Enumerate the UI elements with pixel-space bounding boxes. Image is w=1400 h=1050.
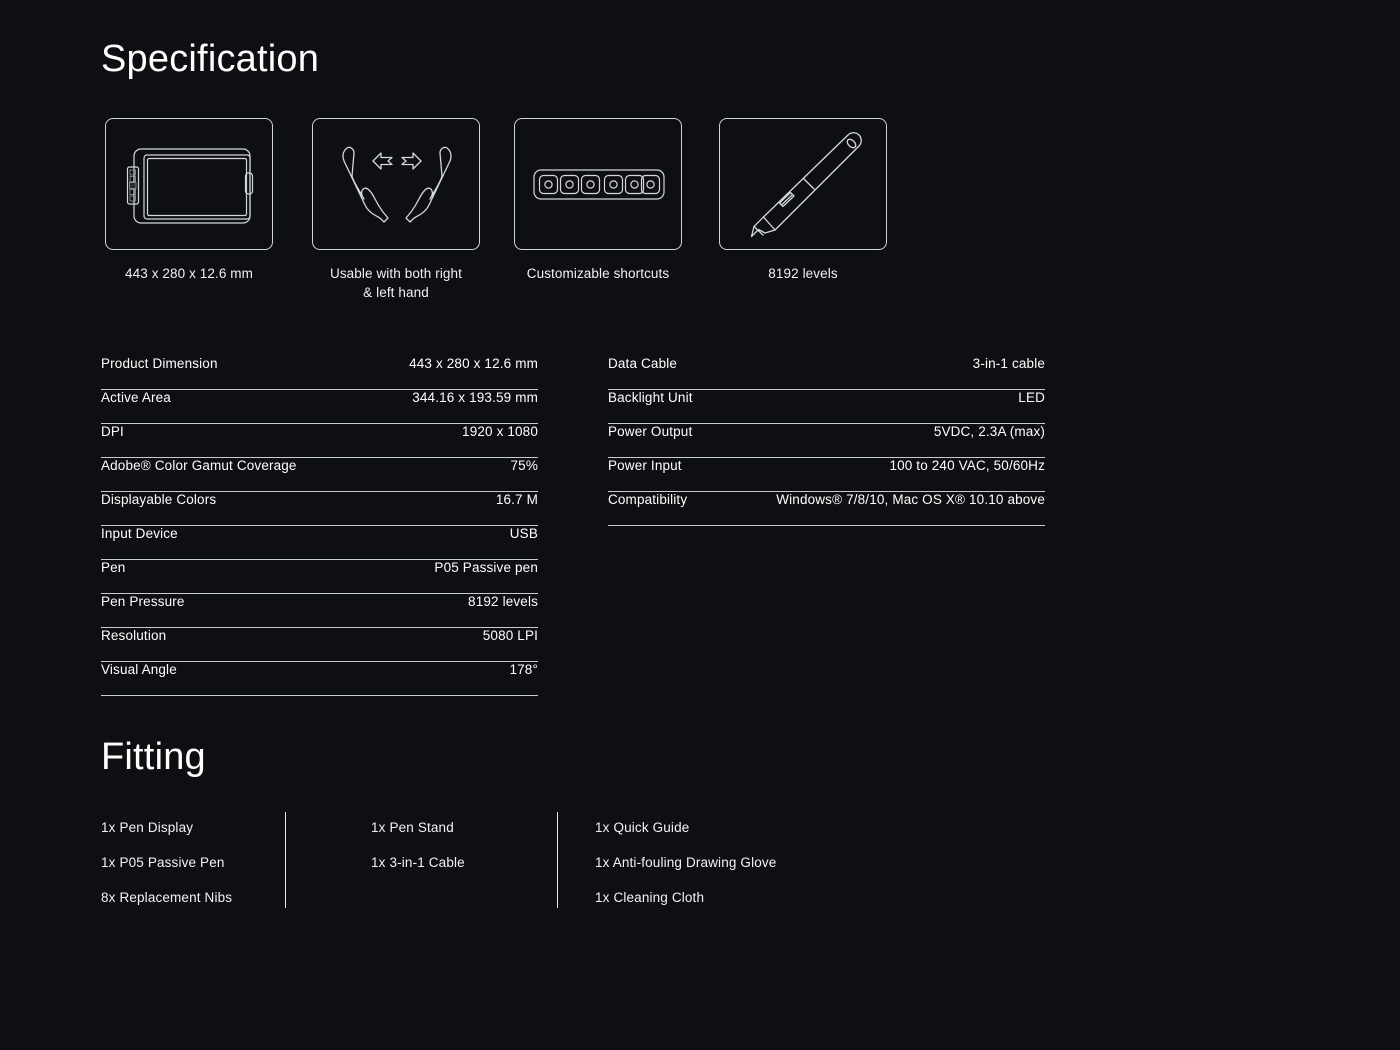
spec-value: 3-in-1 cable bbox=[973, 356, 1045, 371]
fitting-list-item: 1x Pen Display bbox=[101, 810, 285, 845]
spec-value: 8192 levels bbox=[468, 594, 538, 609]
fitting-column-2: 1x Quick Guide1x Anti-fouling Drawing Gl… bbox=[595, 810, 915, 915]
spec-label: Power Input bbox=[608, 458, 682, 473]
fitting-list-item: 1x 3-in-1 Cable bbox=[371, 845, 626, 880]
spec-value: 75% bbox=[511, 458, 538, 473]
feature-item-ambidextrous: Usable with both right & left hand bbox=[312, 118, 490, 302]
spec-value: 5VDC, 2.3A (max) bbox=[934, 424, 1045, 439]
spec-label: Pen Pressure bbox=[101, 594, 185, 609]
spec-row: Active Area 344.16 x 193.59 mm bbox=[101, 390, 538, 424]
fitting-list-item: 1x P05 Passive Pen bbox=[101, 845, 285, 880]
feature-box bbox=[719, 118, 887, 250]
feature-box bbox=[312, 118, 480, 250]
spec-value: 344.16 x 193.59 mm bbox=[412, 390, 538, 405]
spec-label: Displayable Colors bbox=[101, 492, 216, 507]
spec-label: Product Dimension bbox=[101, 356, 218, 371]
spec-label: Adobe® Color Gamut Coverage bbox=[101, 458, 297, 473]
page-title-fitting: Fitting bbox=[101, 738, 206, 776]
stylus-pen-icon bbox=[720, 119, 888, 251]
feature-caption: Usable with both right & left hand bbox=[312, 264, 480, 302]
spec-row: Backlight Unit LED bbox=[608, 390, 1045, 424]
spec-value: 5080 LPI bbox=[483, 628, 538, 643]
page-title-specification: Specification bbox=[101, 40, 319, 78]
spec-label: Power Output bbox=[608, 424, 692, 439]
spec-value: 443 x 280 x 12.6 mm bbox=[409, 356, 538, 371]
spec-value: 1920 x 1080 bbox=[462, 424, 538, 439]
fitting-list-item: 8x Replacement Nibs bbox=[101, 880, 285, 915]
shortcut-keys-icon bbox=[515, 119, 683, 251]
fitting-column-divider bbox=[285, 812, 286, 908]
spec-label: Backlight Unit bbox=[608, 390, 693, 405]
spec-row: Visual Angle 178° bbox=[101, 662, 538, 696]
spec-label: Compatibility bbox=[608, 492, 687, 507]
spec-label: Data Cable bbox=[608, 356, 677, 371]
both-hands-arrow-icon bbox=[313, 119, 481, 251]
spec-table-right: Data Cable 3-in-1 cable Backlight Unit LED P… bbox=[608, 356, 1045, 526]
feature-caption: 8192 levels bbox=[719, 264, 887, 283]
feature-caption: 443 x 280 x 12.6 mm bbox=[105, 264, 273, 283]
spec-value: LED bbox=[1018, 390, 1045, 405]
spec-table-left: Product Dimension 443 x 280 x 12.6 mm Acti… bbox=[101, 356, 538, 696]
feature-item-dimensions: 443 x 280 x 12.6 mm bbox=[105, 118, 283, 283]
spec-row: Pen P05 Passive pen bbox=[101, 560, 538, 594]
spec-row: Resolution 5080 LPI bbox=[101, 628, 538, 662]
feature-item-pen-pressure: 8192 levels bbox=[719, 118, 897, 283]
fitting-column-1: 1x Pen Stand1x 3-in-1 Cable bbox=[371, 810, 626, 880]
spec-value: USB bbox=[510, 526, 538, 541]
feature-item-shortcuts: Customizable shortcuts bbox=[514, 118, 692, 283]
fitting-list-item: 1x Quick Guide bbox=[595, 810, 915, 845]
spec-value: P05 Passive pen bbox=[434, 560, 538, 575]
spec-row: DPI 1920 x 1080 bbox=[101, 424, 538, 458]
spec-value: 178° bbox=[509, 662, 538, 677]
spec-value: 100 to 240 VAC, 50/60Hz bbox=[889, 458, 1045, 473]
spec-value: Windows® 7/8/10, Mac OS X® 10.10 above bbox=[776, 492, 1045, 507]
feature-box bbox=[105, 118, 273, 250]
fitting-list-item: 1x Pen Stand bbox=[371, 810, 626, 845]
spec-label: DPI bbox=[101, 424, 124, 439]
spec-row: Pen Pressure 8192 levels bbox=[101, 594, 538, 628]
spec-row: Data Cable 3-in-1 cable bbox=[608, 356, 1045, 390]
spec-label: Visual Angle bbox=[101, 662, 177, 677]
spec-label: Active Area bbox=[101, 390, 171, 405]
fitting-list-item: 1x Cleaning Cloth bbox=[595, 880, 915, 915]
feature-caption: Customizable shortcuts bbox=[514, 264, 682, 283]
spec-row: Power Output 5VDC, 2.3A (max) bbox=[608, 424, 1045, 458]
fitting-column-0: 1x Pen Display1x P05 Passive Pen8x Repla… bbox=[101, 810, 285, 915]
fitting-list-item: 1x Anti-fouling Drawing Glove bbox=[595, 845, 915, 880]
feature-icon-row: 443 x 280 x 12.6 mm Usable with both rig… bbox=[101, 118, 901, 318]
fitting-list: 1x Pen Display1x P05 Passive Pen8x Repla… bbox=[101, 810, 1001, 910]
spec-row: Compatibility Windows® 7/8/10, Mac OS X® … bbox=[608, 492, 1045, 526]
feature-box bbox=[514, 118, 682, 250]
spec-label: Input Device bbox=[101, 526, 178, 541]
spec-row: Adobe® Color Gamut Coverage 75% bbox=[101, 458, 538, 492]
spec-label: Resolution bbox=[101, 628, 166, 643]
spec-row: Input Device USB bbox=[101, 526, 538, 560]
spec-row: Power Input 100 to 240 VAC, 50/60Hz bbox=[608, 458, 1045, 492]
spec-row: Displayable Colors 16.7 M bbox=[101, 492, 538, 526]
spec-value: 16.7 M bbox=[496, 492, 538, 507]
spec-label: Pen bbox=[101, 560, 125, 575]
spec-row: Product Dimension 443 x 280 x 12.6 mm bbox=[101, 356, 538, 390]
pen-display-tablet-icon bbox=[106, 119, 274, 251]
